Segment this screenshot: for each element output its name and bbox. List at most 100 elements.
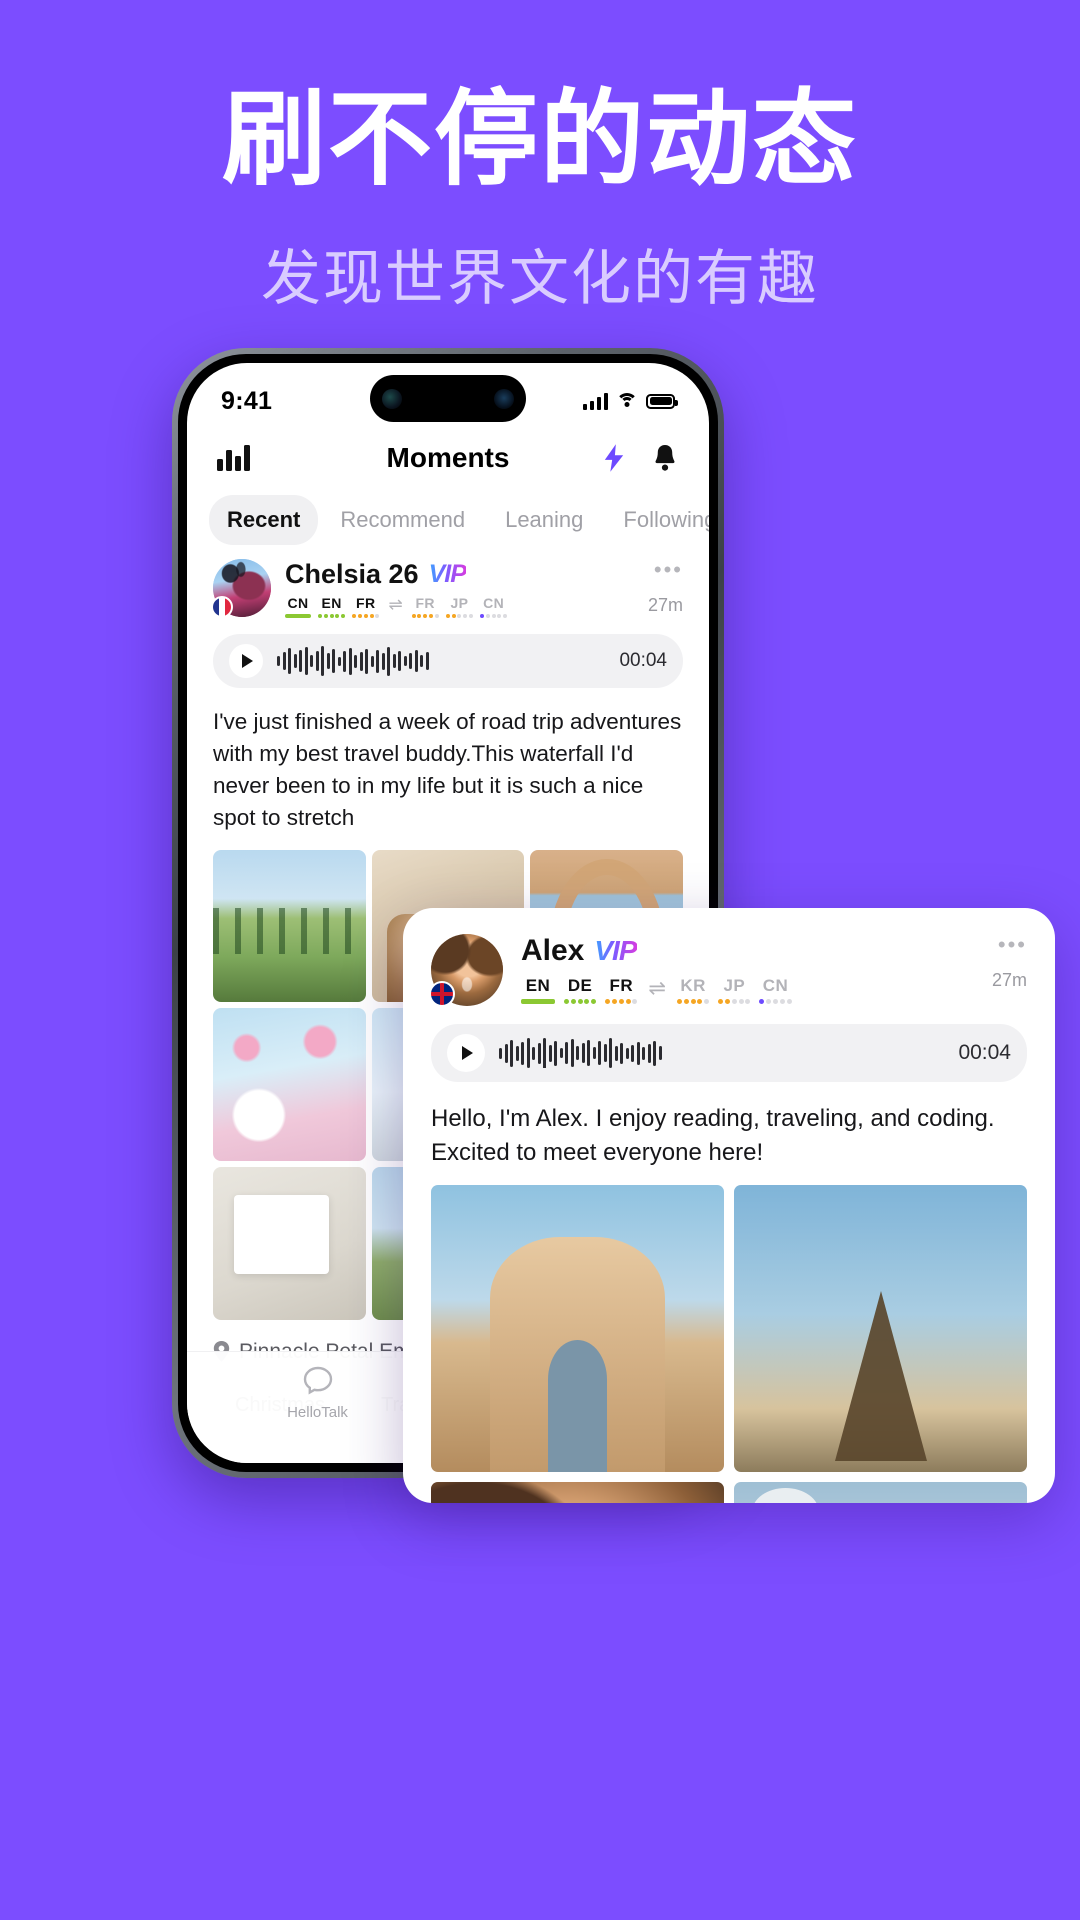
tab-leaning[interactable]: Leaning (487, 495, 601, 545)
uk-flag-icon (429, 981, 455, 1007)
photo-thumbnail[interactable]: METRO (734, 1482, 1027, 1503)
lang-learning-0: FR (411, 595, 439, 618)
more-dots-icon[interactable]: ••• (648, 559, 683, 581)
float-card-timestamp: 27m (991, 970, 1027, 990)
proficiency-bar (521, 999, 555, 1004)
proficiency-dots (445, 614, 473, 618)
proficiency-dots (759, 999, 792, 1004)
voice-message-player[interactable]: 00:04 (431, 1024, 1027, 1082)
voice-message-player[interactable]: 00:04 (213, 634, 683, 688)
cellular-signal-icon (582, 392, 608, 410)
proficiency-dots (605, 999, 638, 1004)
avatar[interactable] (429, 934, 503, 1007)
lightning-bolt-icon[interactable] (603, 443, 625, 473)
lang-learning-0: KR (676, 976, 710, 1004)
lang-native-1: EN (318, 595, 346, 618)
lang-label: JP (723, 976, 746, 995)
proficiency-dots (352, 614, 380, 618)
face-id-sensor-icon (494, 388, 514, 409)
proficiency-dots (411, 614, 439, 618)
photo-thumbnail[interactable] (213, 849, 366, 1003)
tab-recommend[interactable]: Recommend (322, 495, 483, 545)
proficiency-dots (480, 614, 508, 618)
photo-thumbnail[interactable] (213, 1008, 366, 1162)
post-timestamp: 27m (647, 595, 683, 615)
play-icon[interactable] (229, 644, 263, 678)
lang-native-0: EN (521, 976, 555, 1004)
avatar[interactable] (211, 559, 271, 618)
float-card-user-row: Alex VIP (521, 934, 792, 968)
vip-badge: VIP (594, 935, 637, 966)
lang-label: FR (415, 595, 435, 611)
swap-icon: ⇌ (648, 977, 666, 1000)
post-header: Chelsia 26 VIP CN EN FR ⇌ FR JP CN ••• 2… (211, 559, 683, 618)
lang-label: CN (762, 976, 789, 995)
float-card-photo-grid: METRO (431, 1185, 1027, 1503)
app-header: Moments (187, 425, 709, 483)
bar-chart-icon[interactable] (217, 445, 250, 471)
lang-label: EN (321, 595, 342, 611)
status-bar-indicators (582, 392, 678, 410)
float-card-text: Hello, I'm Alex. I enjoy reading, travel… (431, 1105, 995, 1166)
proficiency-dots (318, 614, 346, 618)
play-icon[interactable] (447, 1034, 485, 1072)
language-badges: EN DE FR ⇌ KR JP CN (521, 976, 792, 1004)
status-bar: 9:41 (187, 363, 709, 425)
photo-thumbnail[interactable] (431, 1482, 724, 1503)
lang-native-1: DE (564, 976, 597, 1004)
photo-thumbnail[interactable] (431, 1185, 724, 1473)
float-card-header: Alex VIP EN DE FR ⇌ KR JP CN ••• 27m (429, 934, 1027, 1007)
photo-thumbnail[interactable] (213, 1167, 366, 1320)
waveform (277, 646, 605, 676)
page-title: Moments (386, 442, 510, 473)
fr-flag-icon (211, 596, 233, 618)
lang-learning-2: CN (480, 595, 508, 618)
floating-moment-card: Alex VIP EN DE FR ⇌ KR JP CN ••• 27m 00:… (403, 908, 1055, 1503)
post-user-row: Chelsia 26 VIP (285, 559, 507, 590)
more-dots-icon[interactable]: ••• (992, 934, 1027, 956)
dynamic-island (370, 375, 526, 422)
app-header-actions (603, 443, 679, 473)
bell-icon[interactable] (651, 443, 679, 473)
tab-recent[interactable]: Recent (209, 495, 319, 545)
voice-duration: 00:04 (619, 650, 667, 671)
float-card-username[interactable]: Alex (521, 934, 584, 968)
lang-label: EN (525, 976, 551, 995)
camera-icon (382, 388, 402, 409)
lang-label: JP (450, 595, 469, 611)
proficiency-dots (564, 999, 597, 1004)
language-badges: CN EN FR ⇌ FR JP CN (285, 595, 508, 618)
post-username[interactable]: Chelsia 26 (285, 559, 419, 590)
lang-label: DE (567, 976, 593, 995)
waveform (499, 1038, 944, 1068)
proficiency-dots (676, 999, 710, 1004)
lang-native-2: FR (605, 976, 638, 1004)
post-meta: ••• 27m (648, 559, 683, 616)
float-card-meta: ••• 27m (992, 934, 1027, 991)
wifi-icon (616, 392, 638, 410)
feed-tabs: Recent Recommend Leaning Following (187, 483, 709, 555)
tabbar-label: HelloTalk (287, 1404, 348, 1421)
tab-following[interactable]: Following (605, 495, 709, 545)
lang-label: FR (609, 976, 634, 995)
voice-duration: 00:04 (958, 1041, 1011, 1064)
lang-label: KR (680, 976, 706, 995)
swap-icon: ⇌ (388, 595, 403, 614)
lang-label: FR (356, 595, 376, 611)
promo-title: 刷不停的动态 (221, 82, 858, 198)
proficiency-bar (285, 614, 311, 618)
promo-subtitle: 发现世界文化的有趣 (261, 245, 819, 313)
vip-badge: VIP (428, 560, 467, 588)
promo-header: 刷不停的动态 发现世界文化的有趣 (0, 0, 1080, 317)
photo-thumbnail[interactable] (734, 1185, 1027, 1473)
lang-label: CN (287, 595, 309, 611)
lamp-globe (751, 1488, 819, 1503)
chat-bubble-icon (303, 1366, 332, 1395)
lang-label: CN (483, 595, 505, 611)
battery-icon (646, 393, 678, 409)
lang-learning-1: JP (445, 595, 473, 618)
post-text: I've just finished a week of road trip a… (213, 709, 682, 830)
lang-native-0: CN (285, 595, 311, 618)
status-bar-time: 9:41 (221, 386, 273, 415)
proficiency-dots (718, 999, 751, 1004)
